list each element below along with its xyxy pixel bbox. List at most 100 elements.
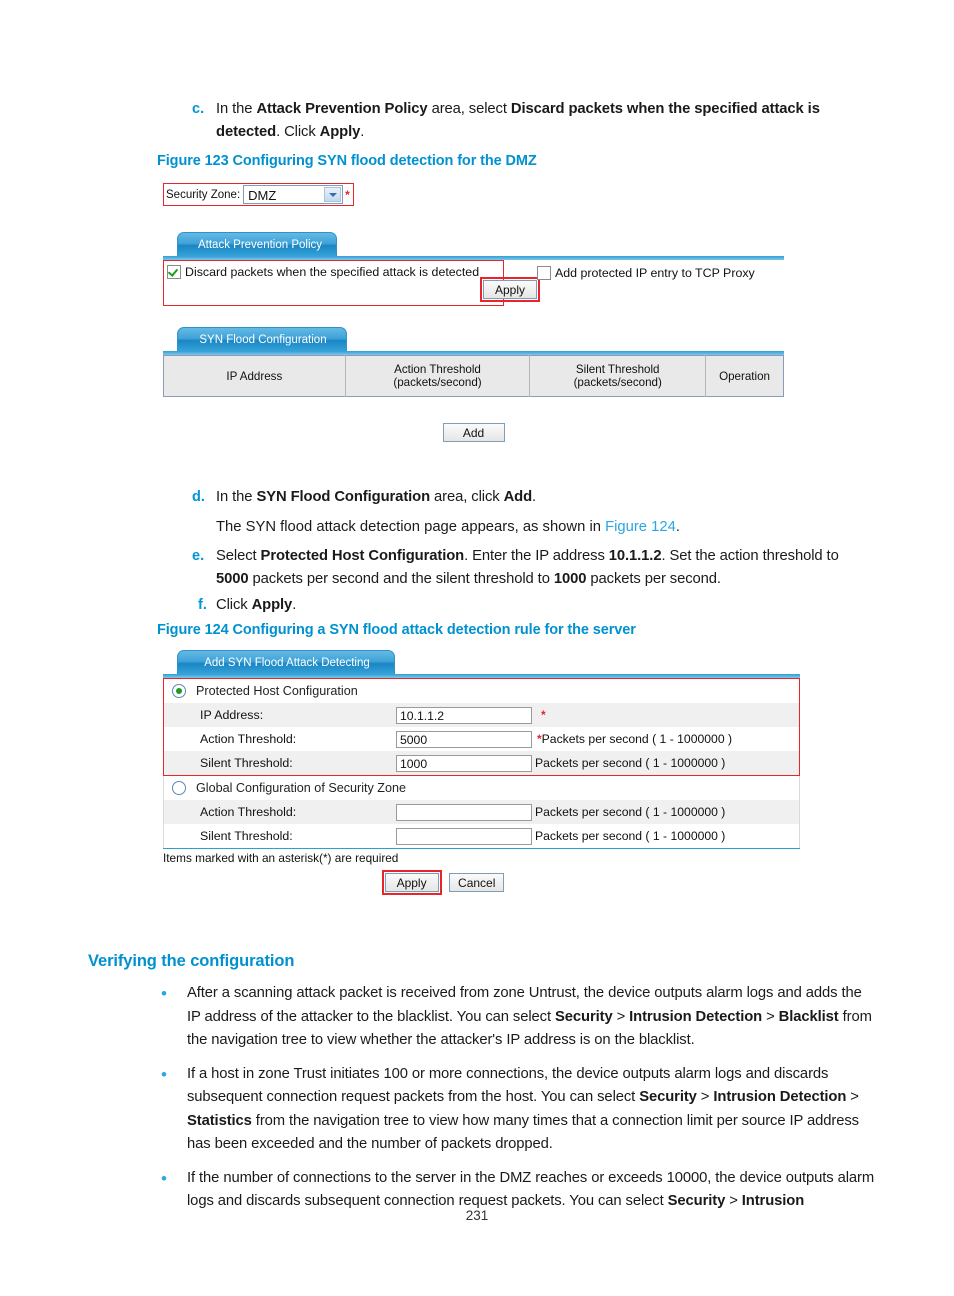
list-item: • If a host in zone Trust initiates 100 … (155, 1063, 875, 1157)
bullet-text-1: After a scanning attack packet is receiv… (187, 982, 875, 1053)
list-item: • After a scanning attack packet is rece… (155, 982, 875, 1053)
step-f-pre: Click (216, 597, 252, 613)
step-text-f: Click Apply. (216, 594, 296, 617)
verification-bullet-list: • After a scanning attack packet is rece… (155, 982, 875, 1224)
silent-threshold-row: Silent Threshold: 1000 Packets per secon… (164, 751, 799, 775)
step-marker-f: f. (198, 597, 207, 613)
ip-address-label: IP Address: (200, 708, 264, 722)
bullet-2-part2: from the navigation tree to view how man… (187, 1112, 859, 1153)
step-d-sub-pre: The SYN flood attack detection page appe… (216, 518, 606, 535)
add-button-syn-flood[interactable]: Add (442, 423, 505, 442)
step-c-bold-detected: detected (216, 123, 277, 140)
list-item: • If the number of connections to the se… (155, 1167, 875, 1214)
global-silent-threshold-hint: Packets per second ( 1 - 1000000 ) (535, 829, 726, 843)
apply-button[interactable]: Apply (384, 873, 439, 892)
discard-packets-checkbox[interactable] (167, 265, 181, 279)
discard-packets-checkbox-row[interactable]: Discard packets when the specified attac… (164, 261, 503, 279)
bullet-2-menu-statistics: Statistics (187, 1112, 252, 1129)
global-zone-radio[interactable] (172, 781, 186, 795)
bullet-icon: • (161, 1168, 167, 1188)
attack-prevention-policy-block: Attack Prevention Policy (163, 232, 784, 260)
silent-threshold-input[interactable]: 1000 (396, 754, 532, 772)
figure-123-screenshot: Security Zone: DMZ * Attack Prevention P… (163, 183, 788, 442)
step-f-bold-apply: Apply (251, 597, 293, 613)
tab-add-syn-flood-attack-detecting[interactable]: Add SYN Flood Attack Detecting (177, 650, 395, 674)
step-text-e: Select Protected Host Configuration. Ent… (216, 545, 872, 590)
ip-address-row: IP Address: 10.1.1.2 * (164, 703, 799, 727)
silent-threshold-hint: Packets per second ( 1 - 1000000 ) (535, 756, 726, 770)
bullet-1-menu-intrusion-detection: Intrusion Detection (629, 1008, 763, 1025)
cross-reference-figure-124[interactable]: Figure 124 (605, 519, 676, 535)
syn-flood-configuration-block: SYN Flood Configuration (163, 327, 784, 355)
column-header-silent-threshold-line1: Silent Threshold (575, 363, 660, 376)
step-c-mid: area, select (427, 101, 511, 117)
security-zone-required-marker: * (345, 187, 350, 202)
column-header-ip-address: IP Address (163, 355, 346, 397)
global-silent-threshold-label: Silent Threshold: (200, 829, 293, 843)
action-threshold-label: Action Threshold: (200, 732, 297, 746)
bullet-1-menu-blacklist: Blacklist (778, 1008, 839, 1025)
action-threshold-input[interactable]: 5000 (396, 730, 532, 748)
global-action-threshold-row: Action Threshold: Packets per second ( 1… (164, 800, 799, 824)
document-page: c. In the Attack Prevention Policy area,… (0, 0, 954, 1296)
bullet-3-menu-security: Security (667, 1193, 726, 1209)
required-fields-note: Items marked with an asterisk(*) are req… (163, 851, 399, 865)
tcp-proxy-label: Add protected IP entry to TCP Proxy (555, 266, 755, 280)
tcp-proxy-checkbox[interactable] (537, 266, 551, 280)
step-row-f: f. Click Apply. (192, 594, 872, 617)
step-d-bold-add: Add (503, 489, 533, 505)
step-row-c: c. In the Attack Prevention Policy area,… (192, 98, 852, 143)
bullet-1-sep1: > (612, 1008, 630, 1025)
column-header-silent-threshold-line2: (packets/second) (573, 376, 662, 389)
tab-syn-flood-configuration[interactable]: SYN Flood Configuration (177, 327, 347, 351)
security-zone-row: Security Zone: DMZ * (163, 183, 354, 206)
global-silent-threshold-input[interactable] (396, 827, 532, 845)
step-d-end: . (532, 489, 537, 505)
bullet-text-3: If the number of connections to the serv… (187, 1167, 875, 1214)
apply-button-policy[interactable]: Apply (483, 280, 537, 299)
global-action-threshold-input[interactable] (396, 803, 532, 821)
step-text-d: In the SYN Flood Configuration area, cli… (216, 486, 536, 509)
security-zone-value: DMZ (248, 188, 277, 203)
protected-host-radio-label: Protected Host Configuration (196, 684, 358, 698)
step-e-line2-mid: packets per second and the silent thresh… (248, 570, 554, 587)
tcp-proxy-checkbox-row[interactable]: Add protected IP entry to TCP Proxy (534, 260, 757, 280)
attack-prevention-policy-panel: Discard packets when the specified attac… (163, 260, 540, 306)
step-text-c: In the Attack Prevention Policy area, se… (216, 98, 852, 143)
security-zone-select[interactable]: DMZ (243, 185, 344, 204)
global-zone-radio-row[interactable]: Global Configuration of Security Zone (164, 776, 799, 800)
step-d-sub-end: . (675, 518, 680, 535)
global-action-threshold-hint: Packets per second ( 1 - 1000000 ) (535, 805, 726, 819)
step-d-bold-synflood: SYN Flood Configuration (256, 489, 431, 505)
column-header-action-threshold-line1: Action Threshold (394, 363, 481, 376)
step-list-c: c. In the Attack Prevention Policy area,… (192, 98, 852, 145)
step-c-pre: In the (216, 101, 257, 117)
step-e-mid2: . Set the action threshold to (661, 548, 839, 564)
tab-attack-prevention-policy[interactable]: Attack Prevention Policy (177, 232, 337, 256)
step-c-end: . (360, 123, 365, 140)
bullet-icon: • (161, 1064, 167, 1084)
step-d-subtext: The SYN flood attack detection page appe… (216, 516, 872, 539)
action-threshold-row: Action Threshold: 5000 * Packets per sec… (164, 727, 799, 751)
syn-flood-table: IP Address Action Threshold (packets/sec… (163, 355, 784, 397)
ip-address-input[interactable]: 10.1.1.2 (396, 706, 532, 724)
chevron-down-icon[interactable] (324, 187, 342, 202)
column-header-silent-threshold: Silent Threshold (packets/second) (529, 355, 707, 397)
global-zone-configuration-panel: Global Configuration of Security Zone Ac… (163, 776, 800, 848)
step-e-bold-1000: 1000 (553, 570, 587, 587)
bullet-2-sep1: > (696, 1089, 714, 1105)
figure-124-caption: Figure 124 Configuring a SYN flood attac… (157, 622, 636, 638)
global-zone-radio-label: Global Configuration of Security Zone (196, 781, 407, 795)
global-action-threshold-label: Action Threshold: (200, 805, 297, 819)
step-row-d: d. In the SYN Flood Configuration area, … (192, 486, 872, 509)
step-list-def: d. In the SYN Flood Configuration area, … (192, 486, 872, 619)
step-row-e: e. Select Protected Host Configuration. … (192, 545, 872, 590)
protected-host-radio[interactable] (172, 684, 186, 698)
figure-123-caption: Figure 123 Configuring SYN flood detecti… (157, 153, 537, 169)
step-e-pre: Select (216, 548, 261, 564)
protected-host-radio-row[interactable]: Protected Host Configuration (164, 679, 799, 703)
cancel-button[interactable]: Cancel (449, 873, 505, 892)
syn-flood-table-header-row: IP Address Action Threshold (packets/sec… (163, 355, 784, 397)
protected-host-configuration-panel: Protected Host Configuration IP Address:… (163, 678, 800, 776)
column-header-operation: Operation (705, 355, 784, 397)
